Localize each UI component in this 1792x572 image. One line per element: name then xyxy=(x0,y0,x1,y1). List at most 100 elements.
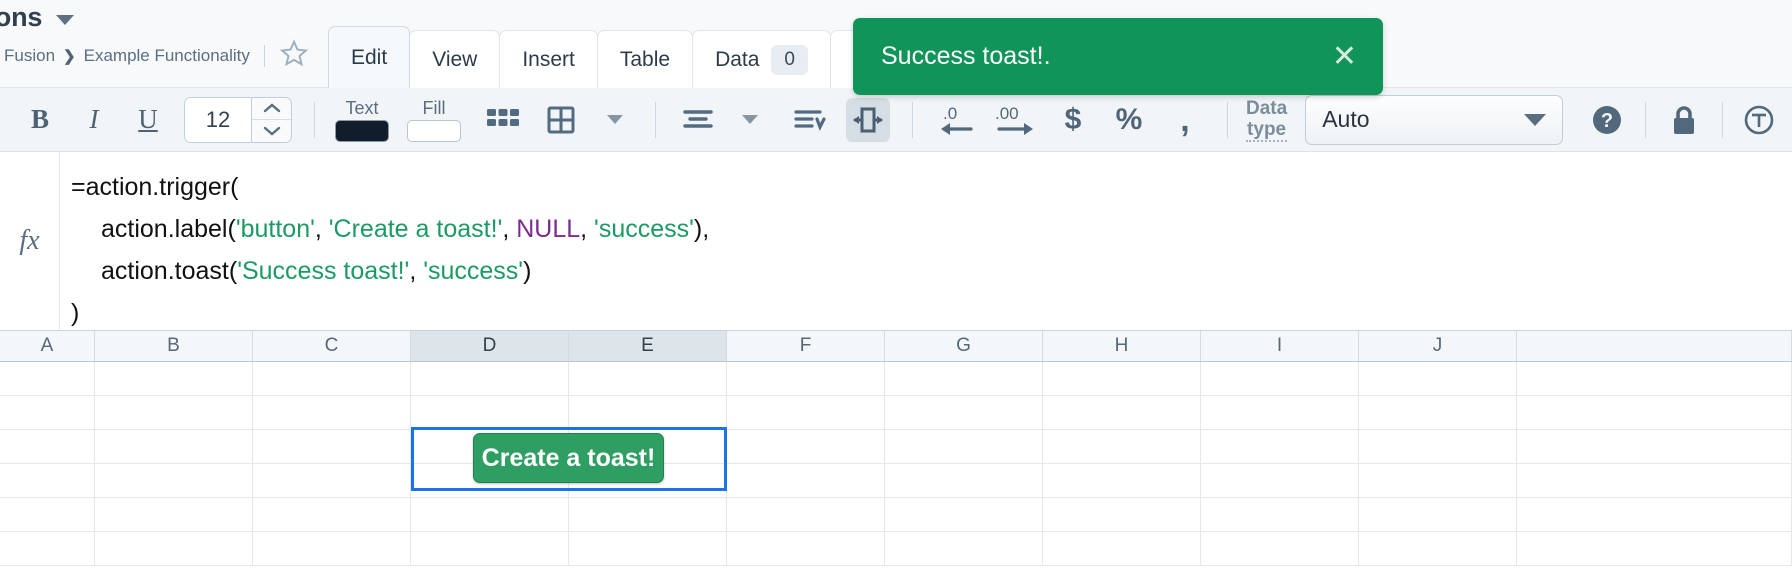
wrap-merge-button[interactable] xyxy=(846,97,890,142)
column-header-F[interactable]: F xyxy=(727,331,885,361)
create-a-toast-button[interactable]: Create a toast! xyxy=(473,433,664,483)
grid-cell[interactable] xyxy=(0,396,95,429)
grid-cell[interactable] xyxy=(253,396,411,429)
grid-cell[interactable] xyxy=(411,396,569,429)
grid-cell[interactable] xyxy=(569,396,727,429)
grid-cell[interactable] xyxy=(1043,430,1201,463)
circle-t-icon[interactable] xyxy=(1737,98,1781,142)
grid-cell[interactable] xyxy=(727,430,885,463)
grid-cell[interactable] xyxy=(885,396,1043,429)
text-color-swatch[interactable] xyxy=(335,119,389,142)
underline-button[interactable]: U xyxy=(126,98,170,142)
grid-cell[interactable] xyxy=(253,362,411,395)
grid-cell[interactable] xyxy=(1517,498,1792,531)
column-header-C[interactable]: C xyxy=(253,331,411,361)
breadcrumb-current[interactable]: Example Functionality xyxy=(84,46,250,66)
grid-cell[interactable] xyxy=(1043,464,1201,497)
tab-insert[interactable]: Insert xyxy=(499,30,598,88)
column-header-H[interactable]: H xyxy=(1043,331,1201,361)
grid-cell[interactable] xyxy=(1359,430,1517,463)
border-grid-icon[interactable] xyxy=(539,98,583,142)
grid-cell[interactable] xyxy=(727,362,885,395)
column-header-J[interactable]: J xyxy=(1359,331,1517,361)
column-header-D[interactable]: D xyxy=(411,331,569,361)
grid-cell[interactable] xyxy=(1359,532,1517,565)
table-cells-icon[interactable] xyxy=(481,98,525,142)
grid-cell[interactable] xyxy=(1517,430,1792,463)
grid-cell[interactable] xyxy=(1359,362,1517,395)
grid-cell[interactable] xyxy=(0,430,95,463)
grid-cell[interactable] xyxy=(0,464,95,497)
chevron-down-icon[interactable] xyxy=(252,119,291,142)
document-title-row[interactable]: tons xyxy=(0,0,75,34)
star-outline-icon[interactable] xyxy=(279,38,309,73)
lock-icon[interactable] xyxy=(1662,98,1706,142)
decimal-decrease-icon[interactable]: .0 xyxy=(935,98,979,142)
tab-table[interactable]: Table xyxy=(596,30,694,88)
grid-cell[interactable] xyxy=(1201,498,1359,531)
tab-view[interactable]: View xyxy=(409,30,501,88)
close-icon[interactable]: ✕ xyxy=(1332,41,1357,72)
column-header-B[interactable]: B xyxy=(95,331,253,361)
align-dropdown-icon[interactable] xyxy=(728,98,772,142)
grid-cell[interactable] xyxy=(727,396,885,429)
align-center-icon[interactable] xyxy=(676,98,720,142)
grid-cell[interactable] xyxy=(885,532,1043,565)
percent-icon[interactable]: % xyxy=(1107,98,1151,142)
comma-icon[interactable]: , xyxy=(1163,98,1207,142)
grid-cell[interactable] xyxy=(1201,532,1359,565)
grid-cell[interactable] xyxy=(95,498,253,531)
grid-cell[interactable] xyxy=(95,362,253,395)
column-header-I[interactable]: I xyxy=(1201,331,1359,361)
data-type-label[interactable]: Data type xyxy=(1246,98,1288,142)
grid-cell[interactable] xyxy=(411,362,569,395)
grid-cell[interactable] xyxy=(95,532,253,565)
chevron-up-icon[interactable] xyxy=(252,98,291,120)
grid-cell[interactable] xyxy=(569,362,727,395)
column-header-blank[interactable] xyxy=(1517,331,1792,361)
chevron-down-icon[interactable] xyxy=(56,15,75,25)
grid-cell[interactable] xyxy=(95,464,253,497)
grid-cell[interactable] xyxy=(569,498,727,531)
grid-cell[interactable] xyxy=(1201,430,1359,463)
data-type-select[interactable]: Auto xyxy=(1305,94,1564,145)
grid-cell[interactable] xyxy=(253,498,411,531)
grid-cell[interactable] xyxy=(885,430,1043,463)
grid-cell[interactable] xyxy=(885,464,1043,497)
grid-cell[interactable] xyxy=(1043,396,1201,429)
grid-cell[interactable] xyxy=(1517,396,1792,429)
grid-cell[interactable] xyxy=(885,498,1043,531)
grid-cell[interactable] xyxy=(253,464,411,497)
column-header-A[interactable]: A xyxy=(0,331,95,361)
grid-cell[interactable] xyxy=(0,498,95,531)
grid-cell[interactable] xyxy=(95,430,253,463)
grid-cell[interactable] xyxy=(569,532,727,565)
grid-cell[interactable] xyxy=(1517,362,1792,395)
grid-cell[interactable] xyxy=(727,498,885,531)
column-header-E[interactable]: E xyxy=(569,331,727,361)
decimal-increase-icon[interactable]: .00 xyxy=(991,98,1039,142)
border-dropdown-icon[interactable] xyxy=(593,98,637,142)
text-color-picker[interactable]: Text xyxy=(335,98,389,142)
tab-data[interactable]: Data 0 xyxy=(692,30,831,88)
grid-cell[interactable] xyxy=(1201,464,1359,497)
grid-cell[interactable] xyxy=(727,464,885,497)
grid-cell[interactable] xyxy=(1517,464,1792,497)
grid-cell[interactable] xyxy=(95,396,253,429)
grid-cell[interactable] xyxy=(1359,464,1517,497)
grid-cell[interactable] xyxy=(885,362,1043,395)
help-icon[interactable]: ? xyxy=(1585,98,1629,142)
grid-cell[interactable] xyxy=(727,532,885,565)
grid-cell[interactable] xyxy=(411,532,569,565)
breadcrumb-root[interactable]: Fusion xyxy=(4,46,55,66)
grid-cell[interactable] xyxy=(0,362,95,395)
grid-cell[interactable] xyxy=(1043,532,1201,565)
tab-edit[interactable]: Edit xyxy=(328,26,411,88)
grid-cell[interactable] xyxy=(411,498,569,531)
grid-cell[interactable] xyxy=(1043,362,1201,395)
grid-cell[interactable] xyxy=(253,430,411,463)
grid-cell[interactable] xyxy=(1359,396,1517,429)
grid-cell[interactable] xyxy=(253,532,411,565)
column-header-G[interactable]: G xyxy=(885,331,1043,361)
grid-cell[interactable] xyxy=(1043,498,1201,531)
